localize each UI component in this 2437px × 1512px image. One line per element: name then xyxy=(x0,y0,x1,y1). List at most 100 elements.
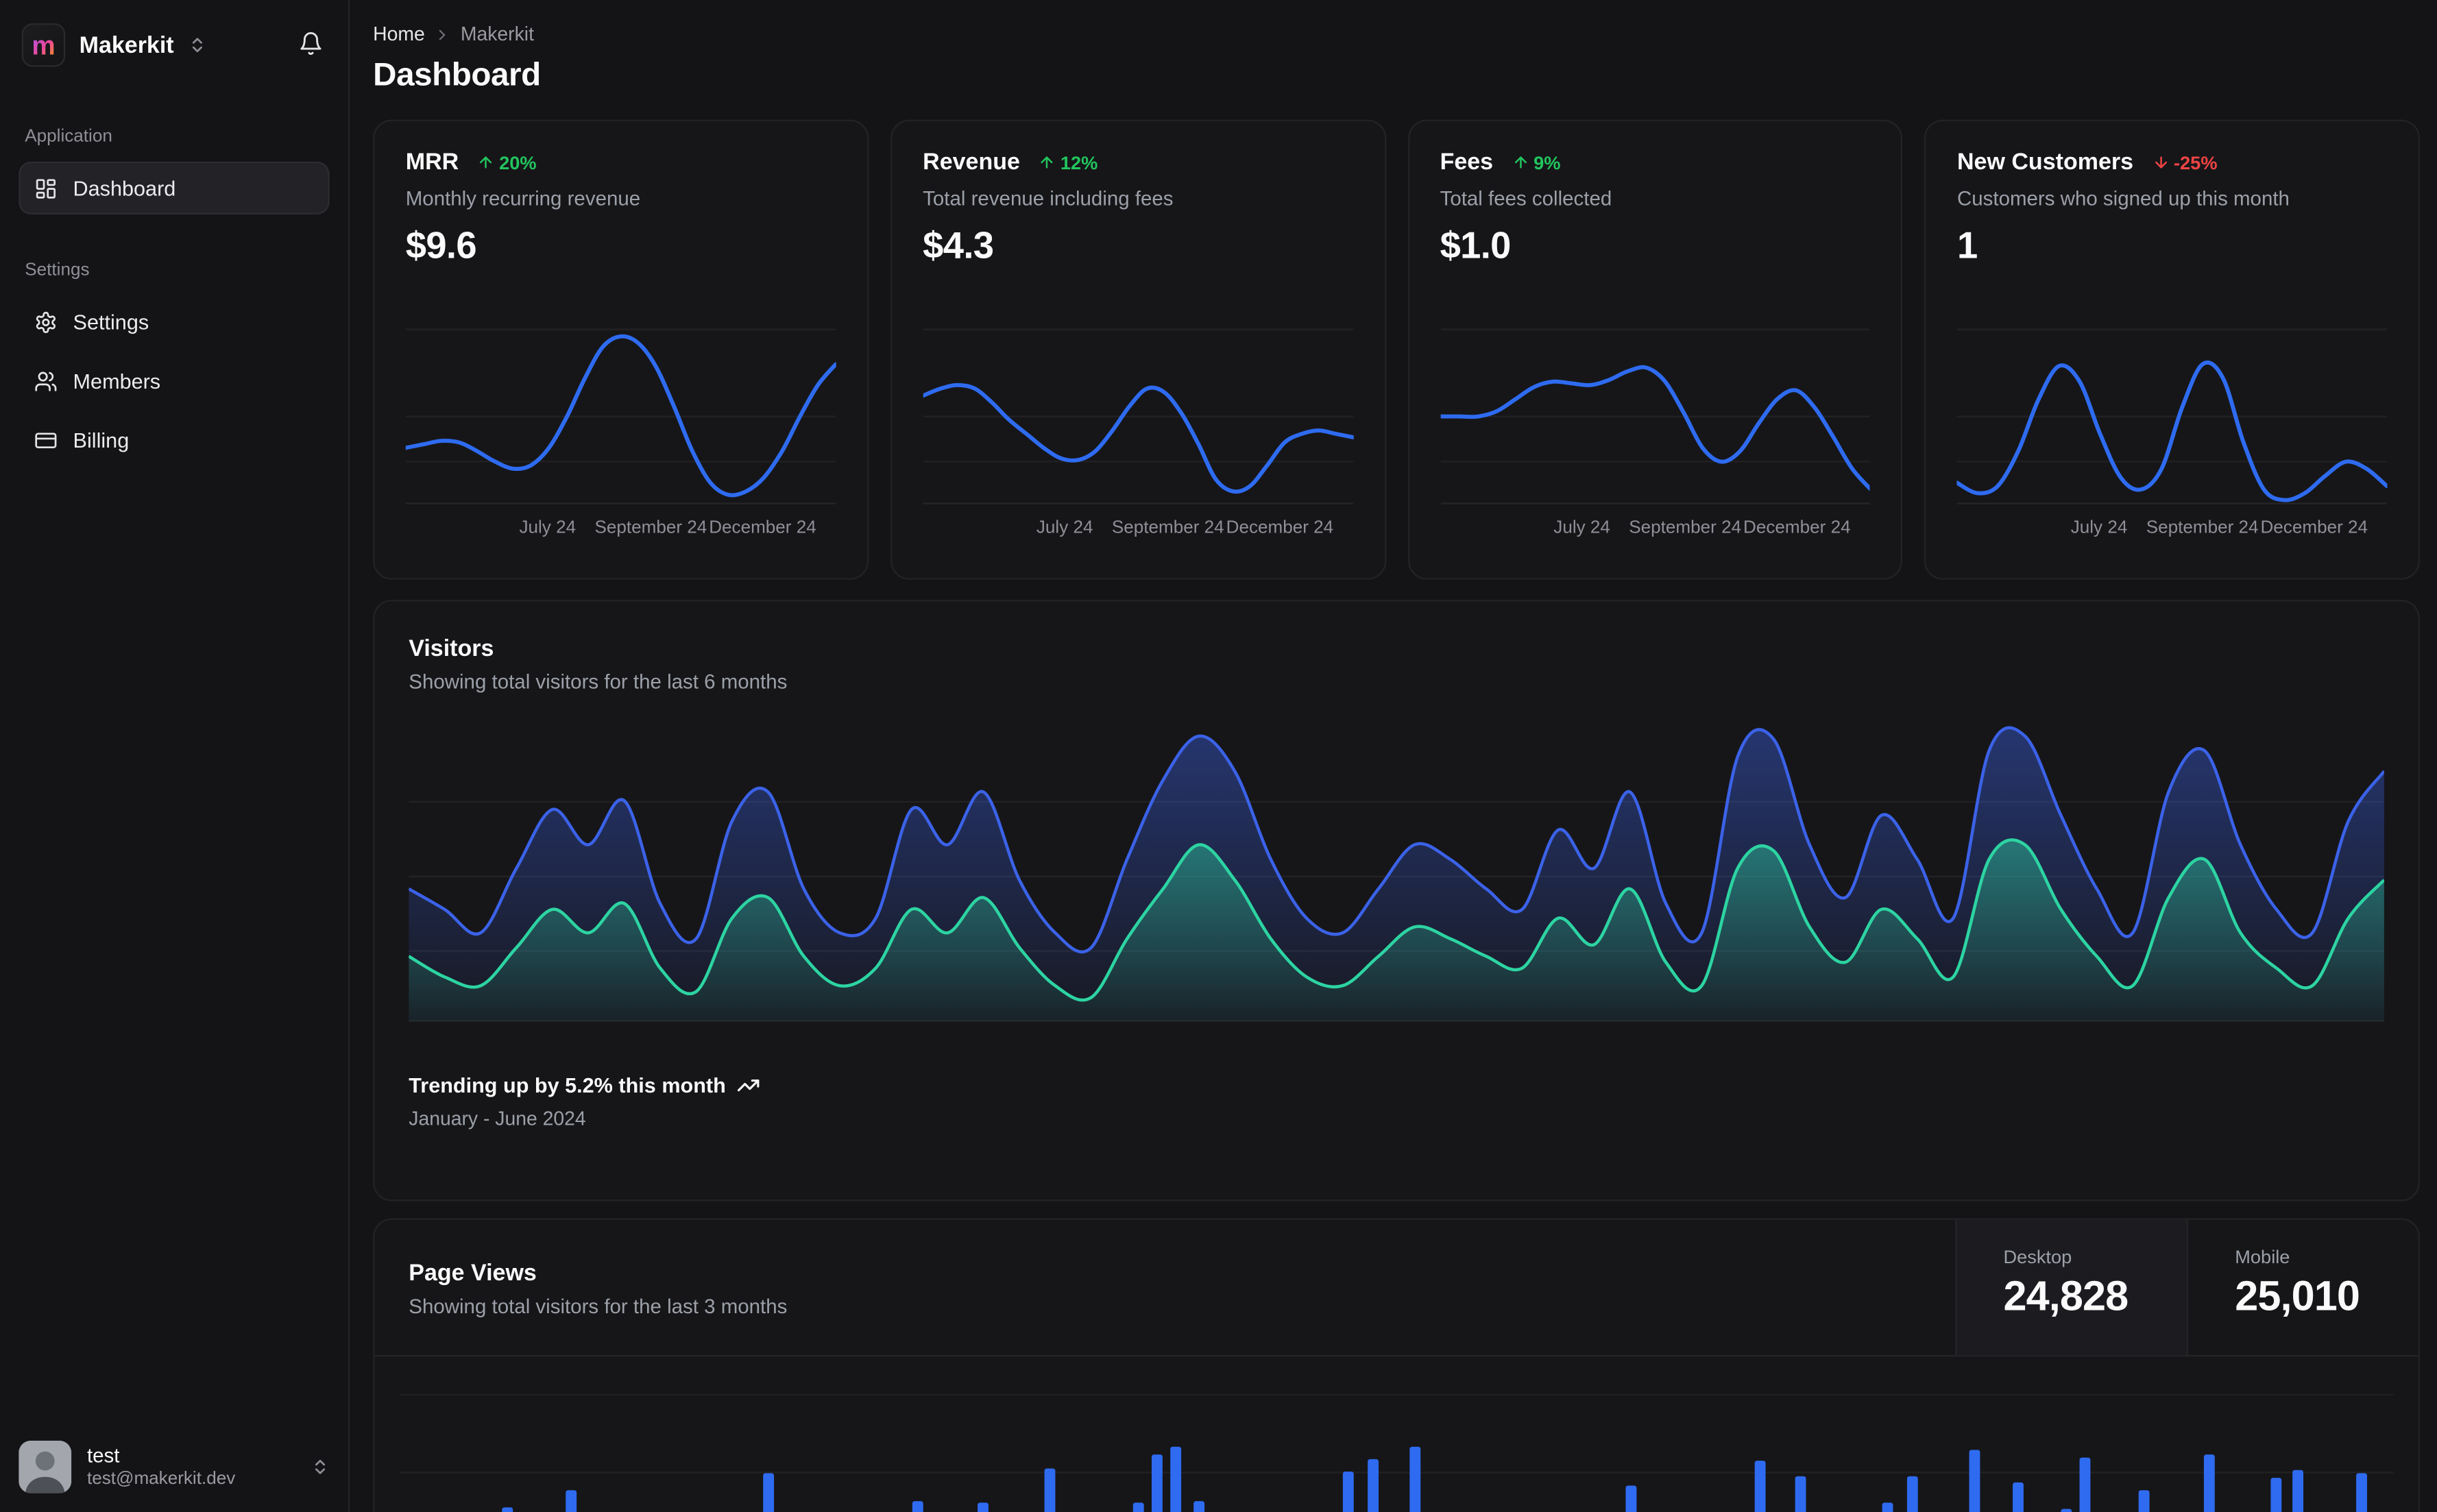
bar xyxy=(912,1501,923,1512)
stat-value: $4.3 xyxy=(923,225,994,267)
sidebar-item-label: Billing xyxy=(73,428,130,452)
bar xyxy=(1169,1446,1181,1512)
user-email: test@makerkit.dev xyxy=(86,1470,236,1489)
bar xyxy=(1969,1450,1980,1512)
visitors-area-chart xyxy=(409,718,2384,1024)
x-axis-label: September 24 xyxy=(1111,519,1224,538)
new-customers-sparkline xyxy=(1956,324,2388,510)
x-axis-label: December 24 xyxy=(1743,519,1851,538)
user-menu-button[interactable]: test test@makerkit.dev xyxy=(0,1422,348,1512)
bar xyxy=(1044,1468,1055,1512)
stat-title: New Customers xyxy=(1956,149,2134,176)
bell-icon xyxy=(298,30,323,60)
visitors-trend: Trending up by 5.2% this month xyxy=(409,1074,2384,1097)
users-icon xyxy=(34,369,58,392)
bar xyxy=(1626,1485,1638,1512)
bar xyxy=(2356,1473,2367,1512)
toggle-value: 24,828 xyxy=(2003,1272,2129,1319)
stat-value: $9.6 xyxy=(405,225,477,267)
main-content: Home Makerkit Dashboard MRR 20% Monthly re… xyxy=(350,0,2437,1512)
chevrons-up-down-icon xyxy=(188,36,206,54)
sidebar-section-label: Settings xyxy=(25,260,90,280)
sidebar-item-settings[interactable]: Settings xyxy=(19,295,329,348)
chevron-right-icon xyxy=(434,25,451,42)
fees-sparkline xyxy=(1440,324,1871,510)
page-views-toggle-mobile[interactable]: Mobile 25,010 xyxy=(2186,1219,2418,1356)
visitors-period: January - June 2024 xyxy=(409,1108,586,1130)
stat-delta: 20% xyxy=(477,151,537,173)
arrow-down-icon xyxy=(2152,154,2169,171)
sidebar-item-label: Settings xyxy=(73,310,149,334)
sidebar-item-billing[interactable]: Billing xyxy=(19,413,329,466)
bar xyxy=(1907,1476,1919,1512)
breadcrumb: Home Makerkit xyxy=(373,20,2420,48)
notifications-button[interactable] xyxy=(292,24,329,66)
stat-title: Revenue xyxy=(923,149,1020,176)
stat-subtitle: Customers who signed up this month xyxy=(1956,186,2290,210)
sidebar-item-label: Dashboard xyxy=(73,176,176,200)
stat-delta: 9% xyxy=(1512,151,1560,173)
brand-logo: m xyxy=(21,23,66,67)
bar xyxy=(1409,1446,1420,1512)
bar xyxy=(1881,1502,1893,1512)
sidebar-item-dashboard[interactable]: Dashboard xyxy=(19,161,330,215)
sidebar-section-label: Application xyxy=(25,127,112,147)
brand-name: Makerkit xyxy=(79,32,174,59)
x-axis-label: December 24 xyxy=(709,519,816,538)
stat-subtitle: Total revenue including fees xyxy=(923,186,1174,210)
revenue-sparkline xyxy=(923,324,1353,510)
trending-up-icon xyxy=(737,1074,760,1097)
bar xyxy=(2292,1470,2303,1512)
bar xyxy=(2013,1482,2024,1512)
gear-icon xyxy=(34,310,58,333)
stat-card-new-customers: New Customers -25% Customers who signed up… xyxy=(1924,119,2421,580)
x-axis-label: September 24 xyxy=(2146,519,2259,538)
sidebar: m Makerkit Application Dashboard Settings S… xyxy=(0,0,350,1512)
sidebar-header: m Makerkit xyxy=(19,19,329,71)
bar xyxy=(565,1490,577,1512)
stat-delta: -25% xyxy=(2152,151,2218,173)
bar xyxy=(762,1473,774,1512)
breadcrumb-current: Makerkit xyxy=(460,23,534,45)
visitors-card: Visitors Showing total visitors for the … xyxy=(373,600,2421,1202)
stat-card-fees: Fees 9% Total fees collected $1.0 July 24 Sep… xyxy=(1407,119,1903,580)
arrow-up-icon xyxy=(477,154,494,171)
stat-value: 1 xyxy=(1956,225,1978,267)
breadcrumb-home-link[interactable]: Home xyxy=(373,23,425,45)
page-views-bar-chart xyxy=(399,1391,2394,1512)
stat-card-mrr: MRR 20% Monthly recurring revenue $9.6 July … xyxy=(373,119,869,580)
page-views-toggle-desktop[interactable]: Desktop 24,828 xyxy=(1955,1219,2187,1356)
arrow-up-icon xyxy=(1039,154,1056,171)
bar xyxy=(1367,1459,1379,1512)
arrow-up-icon xyxy=(1512,154,1529,171)
screenshot-stage: m Makerkit Application Dashboard Settings S… xyxy=(0,0,2437,1512)
workspace-selector[interactable]: m Makerkit xyxy=(19,20,210,70)
user-avatar xyxy=(19,1440,72,1493)
page-views-card: Page Views Showing total visitors for th… xyxy=(373,1218,2421,1512)
x-axis-label: July 24 xyxy=(1036,519,1093,538)
stat-title: MRR xyxy=(405,149,459,176)
gridline xyxy=(399,1393,2394,1395)
visitors-title: Visitors xyxy=(409,635,494,662)
x-axis-label: July 24 xyxy=(519,519,577,538)
gridline xyxy=(399,1472,2394,1474)
x-axis-label: December 24 xyxy=(2260,519,2368,538)
sidebar-item-members[interactable]: Members xyxy=(19,354,329,407)
page-views-title: Page Views xyxy=(409,1260,537,1287)
visitors-subtitle: Showing total visitors for the last 6 mo… xyxy=(409,670,788,694)
x-axis-label: September 24 xyxy=(1629,519,1742,538)
spark-x-axis: July 24 September 24 December 24 xyxy=(1957,519,2387,544)
bar xyxy=(1193,1501,1205,1512)
page-views-subtitle: Showing total visitors for the last 3 mo… xyxy=(409,1294,788,1318)
bar xyxy=(1754,1461,1765,1512)
x-axis-label: July 24 xyxy=(2070,519,2128,538)
sidebar-nav: Application Dashboard Settings Settings Memb… xyxy=(19,127,330,466)
bar xyxy=(2204,1454,2216,1512)
bar xyxy=(2078,1457,2090,1512)
bar xyxy=(1795,1476,1807,1512)
bar xyxy=(1343,1472,1355,1512)
toggle-label: Mobile xyxy=(2235,1246,2290,1269)
sidebar-item-label: Members xyxy=(73,369,161,393)
toggle-label: Desktop xyxy=(2003,1246,2072,1269)
x-axis-label: December 24 xyxy=(1226,519,1334,538)
